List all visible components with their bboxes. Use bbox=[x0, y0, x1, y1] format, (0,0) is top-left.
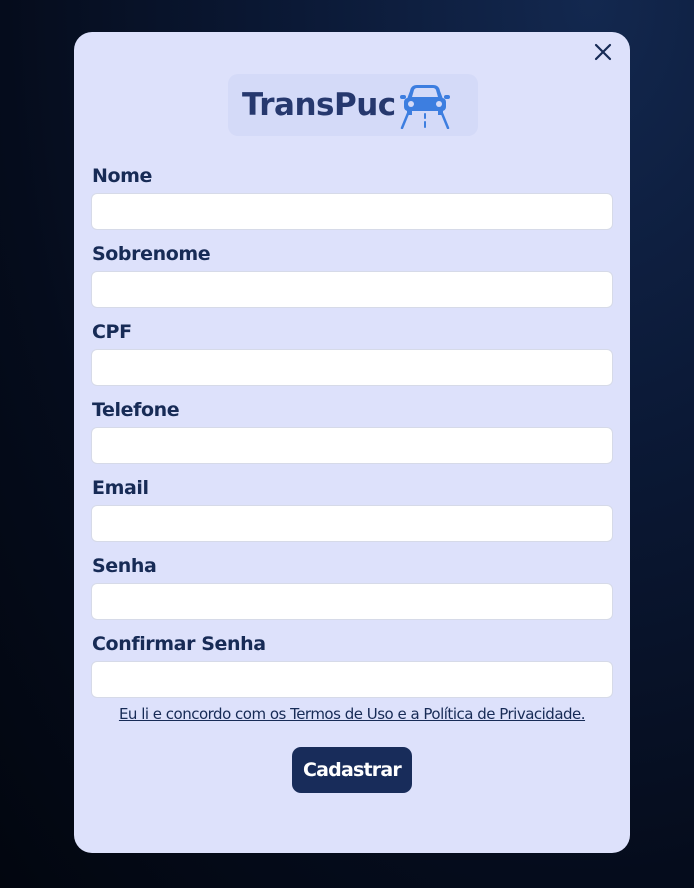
signup-modal: TransPuc Nome Sobrenome CPF Telefone Ema… bbox=[74, 32, 630, 853]
logo: TransPuc bbox=[228, 74, 478, 136]
confirmar-senha-input[interactable] bbox=[91, 661, 613, 698]
telefone-input[interactable] bbox=[91, 427, 613, 464]
nome-label: Nome bbox=[92, 165, 153, 187]
telefone-label: Telefone bbox=[92, 399, 180, 421]
senha-label: Senha bbox=[92, 555, 157, 577]
confirmar-senha-label: Confirmar Senha bbox=[92, 633, 266, 655]
close-button[interactable] bbox=[592, 41, 614, 63]
logo-text: TransPuc bbox=[242, 87, 396, 123]
cadastrar-button[interactable]: Cadastrar bbox=[292, 747, 412, 793]
cpf-label: CPF bbox=[92, 321, 132, 343]
senha-input[interactable] bbox=[91, 583, 613, 620]
car-road-icon bbox=[400, 85, 450, 129]
terms-link[interactable]: Eu li e concordo com os Termos de Uso e … bbox=[74, 704, 630, 724]
email-label: Email bbox=[92, 477, 149, 499]
email-input[interactable] bbox=[91, 505, 613, 542]
sobrenome-input[interactable] bbox=[91, 271, 613, 308]
sobrenome-label: Sobrenome bbox=[92, 243, 211, 265]
close-icon bbox=[594, 43, 612, 61]
cpf-input[interactable] bbox=[91, 349, 613, 386]
nome-input[interactable] bbox=[91, 193, 613, 230]
